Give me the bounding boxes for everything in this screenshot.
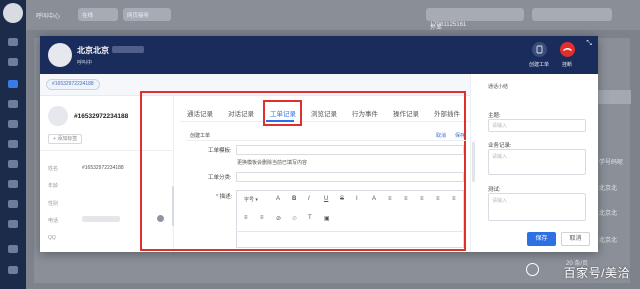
caller-number-masked [112, 46, 144, 53]
summary-save-button[interactable]: 保存 [527, 232, 556, 246]
caller-id-select[interactable]: 外显号码：17081125161 [426, 8, 524, 49]
bg-col-header: 学号码呢 [599, 160, 624, 166]
unordered-list-icon[interactable]: ≡ [260, 215, 264, 221]
highlight-color-icon[interactable]: A [372, 196, 376, 202]
nav-doc-icon[interactable] [8, 100, 18, 108]
nav-chart-icon[interactable] [8, 160, 18, 168]
call-header: 北京北京 呼叫中 创建工单 挂断 ⤡ [40, 36, 598, 74]
underline-icon[interactable]: U [324, 196, 328, 202]
form-scrollbar[interactable] [472, 142, 475, 182]
font-color-icon[interactable]: A [276, 196, 280, 202]
field-label-age: 年龄 [48, 183, 59, 189]
description-editor[interactable] [236, 190, 464, 248]
template-hint: 更换模板会删除当前已填写内容 [237, 160, 308, 166]
description-label: * 描述: [216, 194, 233, 200]
strikethrough-icon[interactable]: S [340, 196, 344, 202]
nav-grid-icon[interactable] [8, 38, 18, 46]
field-value-name[interactable]: #16532972234188 [82, 165, 124, 171]
nav-plug-icon[interactable] [8, 220, 18, 228]
toolbar-divider [236, 231, 464, 232]
customer-title: #16532972234188 [74, 113, 129, 120]
divider [186, 140, 466, 141]
field-label-name: 姓名 [48, 166, 59, 172]
nav-box-icon[interactable] [8, 200, 18, 208]
call-status: 呼叫中 [77, 60, 93, 66]
font-size-select[interactable]: 字号 ▾ [244, 196, 258, 203]
nav-phone-icon[interactable] [8, 80, 18, 88]
field-label-qq: QQ [48, 235, 56, 241]
bg-cell: 北京北 [599, 238, 618, 244]
indent-icon[interactable]: ≡ [388, 196, 392, 202]
nav-shield-icon[interactable] [8, 180, 18, 188]
hangup-button[interactable] [560, 42, 575, 57]
topic-label: 主题: [488, 113, 501, 119]
caller-name: 北京北京 [77, 46, 109, 55]
bold-icon[interactable]: B [292, 196, 296, 202]
test-label: 测试: [488, 187, 501, 193]
test-placeholder: 请输入 [492, 198, 508, 204]
hangup-label: 挂断 [562, 62, 573, 68]
category-select[interactable] [236, 172, 464, 182]
align-left-icon[interactable]: ≡ [404, 196, 408, 202]
category-label: 工单分类: [208, 175, 232, 181]
create-ticket-button[interactable] [532, 42, 547, 57]
summary-cancel-button[interactable]: 取消 [561, 232, 590, 246]
status-select[interactable]: 在线 [78, 8, 118, 21]
caller-avatar [48, 43, 72, 67]
italic-icon[interactable]: I [308, 196, 310, 202]
app-topbar: 呼叫中心 在线 网页接听 外显号码：17081125161 [26, 0, 640, 49]
record-placeholder: 请输入 [492, 154, 508, 160]
app-title: 呼叫中心 [36, 14, 61, 20]
watermark-text: 百家号/美洽 [563, 266, 630, 280]
align-justify-icon[interactable]: ≡ [452, 196, 456, 202]
phone-value-masked [82, 216, 120, 222]
shrink-icon[interactable]: ⤡ [586, 40, 592, 48]
bg-cell: 北京北 [599, 186, 618, 192]
template-label: 工单模板: [208, 148, 232, 154]
field-label-gender: 性别 [48, 201, 59, 207]
ticket-icon [536, 45, 543, 54]
form-cancel-link[interactable]: 取消 [436, 132, 446, 139]
align-right-icon[interactable]: ≡ [436, 196, 440, 202]
visitor-tag[interactable]: #16532972234188 [46, 79, 100, 90]
remove-format-icon[interactable]: T [308, 215, 312, 221]
nav-list-icon[interactable] [8, 140, 18, 148]
nav-chat-icon[interactable] [8, 58, 18, 66]
dial-input[interactable] [532, 8, 612, 21]
user-avatar[interactable] [3, 3, 23, 23]
clear-format-icon[interactable]: I [356, 196, 358, 202]
bg-cell: 北京北 [599, 211, 618, 217]
topic-placeholder: 请输入 [492, 123, 508, 129]
summary-title: 通话小结 [488, 84, 509, 90]
nav-bell-icon[interactable] [8, 245, 18, 253]
form-save-link[interactable]: 保存 [455, 132, 465, 139]
record-label: 业务记录: [488, 143, 512, 149]
watermark-logo [526, 263, 539, 276]
create-ticket-label: 创建工单 [529, 62, 550, 68]
form-title: 创建工单 [190, 133, 211, 139]
phone-hangup-icon [563, 48, 572, 52]
nav-user-icon[interactable] [8, 120, 18, 128]
link-icon[interactable]: ⊘ [276, 215, 281, 222]
template-select[interactable] [236, 145, 464, 155]
unlink-icon[interactable]: ⊘ [292, 215, 297, 222]
field-label-phone: 电话 [48, 218, 59, 224]
align-center-icon[interactable]: ≡ [420, 196, 424, 202]
mode-select[interactable]: 网页接听 [123, 8, 171, 21]
add-tag-button[interactable]: + 添加标签 [48, 134, 83, 144]
nav-settings-icon[interactable] [8, 266, 18, 274]
image-icon[interactable]: ▣ [324, 215, 330, 222]
app-sidebar [0, 0, 26, 289]
ordered-list-icon[interactable]: ≡ [244, 215, 248, 221]
customer-avatar [48, 106, 68, 126]
